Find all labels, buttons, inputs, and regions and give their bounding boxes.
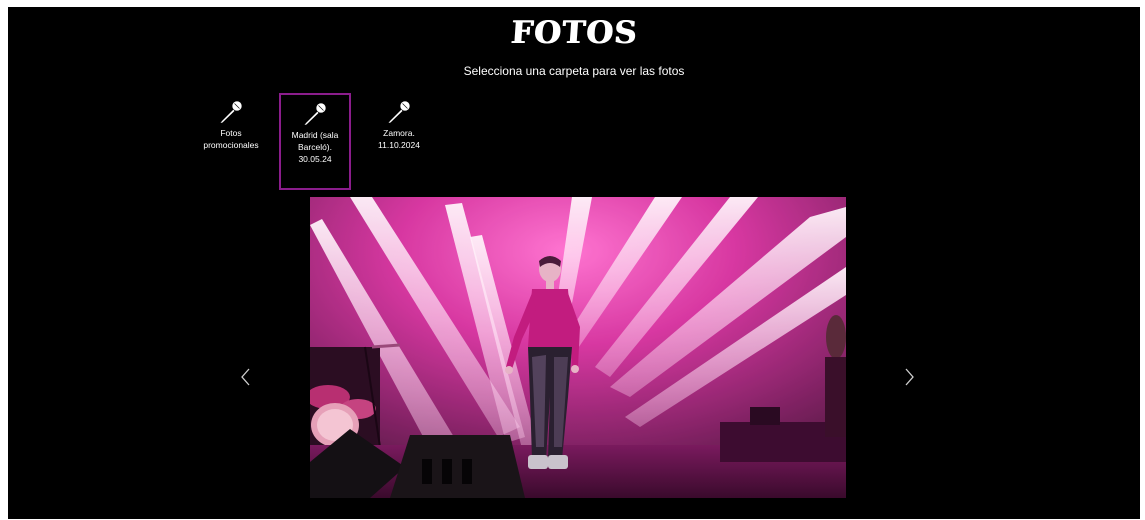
microphone-icon: [220, 100, 243, 123]
microphone-icon: [304, 102, 327, 125]
folder-fotos-promocionales[interactable]: Fotos promocionales: [195, 93, 267, 190]
chevron-left-icon[interactable]: [238, 365, 254, 389]
page-title: FOTOS: [509, 15, 639, 51]
concert-photo: [310, 197, 846, 498]
folder-zamora[interactable]: Zamora. 11.10.2024: [363, 93, 435, 190]
folder-madrid-sala-barcelo[interactable]: Madrid (sala Barceló). 30.05.24: [279, 93, 351, 190]
page-subtitle: Selecciona una carpeta para ver las foto…: [463, 64, 685, 78]
folder-label: Madrid (sala Barceló). 30.05.24: [291, 130, 339, 164]
chevron-right-icon[interactable]: [901, 365, 917, 389]
folder-label: Zamora. 11.10.2024: [378, 128, 420, 150]
microphone-icon: [388, 100, 411, 123]
concert-photo-image: [310, 197, 846, 498]
folder-label: Fotos promocionales: [203, 128, 259, 150]
photo-gallery-section: FOTOS Selecciona una carpeta para ver la…: [8, 7, 1140, 519]
